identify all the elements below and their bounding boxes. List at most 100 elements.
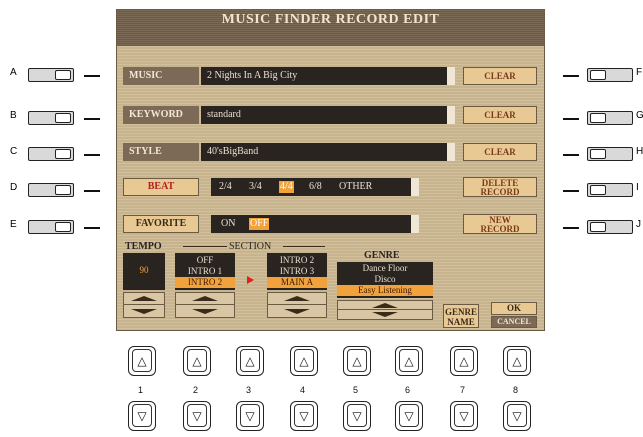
up-button-4[interactable]: △ [290, 346, 318, 376]
up-button-6[interactable]: △ [395, 346, 423, 376]
up-button-1[interactable]: △ [128, 346, 156, 376]
side-button-g[interactable] [587, 111, 633, 125]
down-arrow-icon [192, 308, 218, 314]
section-right-item-1[interactable]: INTRO 3 [267, 266, 327, 277]
favorite-option-on[interactable]: ON [221, 218, 235, 230]
down-button-5[interactable]: ▽ [343, 401, 371, 431]
tempo-value: 90 [139, 265, 149, 275]
genre-item-1[interactable]: Disco [337, 274, 433, 285]
side-button-f[interactable] [587, 68, 633, 82]
keyword-clear-button[interactable]: CLEAR [463, 106, 537, 124]
section-left-list[interactable]: OFF INTRO 1 INTRO 2 [175, 253, 235, 290]
side-button-g-cap [590, 113, 606, 123]
beat-option-4-4[interactable]: 4/4 [279, 181, 294, 193]
side-button-d[interactable] [28, 183, 74, 197]
side-button-h[interactable] [587, 147, 633, 161]
keyword-value[interactable]: standard [201, 106, 447, 124]
section-left-item-1[interactable]: INTRO 1 [175, 266, 235, 277]
up-button-8[interactable]: △ [503, 346, 531, 376]
side-button-j[interactable] [587, 220, 633, 234]
up-button-2[interactable]: △ [183, 346, 211, 376]
cancel-button[interactable]: CANCEL [491, 316, 537, 328]
genre-up-arrow[interactable] [338, 301, 432, 310]
down-button-8[interactable]: ▽ [503, 401, 531, 431]
up-triangle-icon: △ [399, 349, 419, 372]
music-value[interactable]: 2 Nights In A Big City [201, 67, 447, 85]
beat-option-3-4[interactable]: 3/4 [249, 181, 262, 193]
genre-spinner[interactable] [337, 300, 433, 320]
side-connector-a [84, 75, 100, 77]
side-button-a[interactable] [28, 68, 74, 82]
down-triangle-icon: ▽ [187, 404, 207, 427]
side-button-h-cap [590, 149, 606, 159]
style-clear-button[interactable]: CLEAR [463, 143, 537, 161]
up-button-5[interactable]: △ [343, 346, 371, 376]
section-right-item-0[interactable]: INTRO 2 [267, 255, 327, 266]
tempo-spinner[interactable] [123, 292, 165, 318]
music-endcap [447, 67, 455, 85]
favorite-button[interactable]: FAVORITE [123, 215, 199, 233]
genre-item-0[interactable]: Dance Floor [337, 263, 433, 274]
section-left-spinner[interactable] [175, 292, 235, 318]
title-bar: MUSIC FINDER RECORD EDIT [117, 10, 544, 46]
up-arrow-icon [192, 296, 218, 301]
side-button-c[interactable] [28, 147, 74, 161]
up-button-3[interactable]: △ [236, 346, 264, 376]
down-button-1[interactable]: ▽ [128, 401, 156, 431]
tempo-down-arrow[interactable] [124, 305, 164, 317]
section-right-item-2[interactable]: MAIN A [267, 277, 327, 288]
up-triangle-icon: △ [507, 349, 527, 372]
section-left-up-arrow[interactable] [176, 293, 234, 305]
down-button-6[interactable]: ▽ [395, 401, 423, 431]
beat-option-6-8[interactable]: 6/8 [309, 181, 322, 193]
section-left-down-arrow[interactable] [176, 305, 234, 317]
side-button-b[interactable] [28, 111, 74, 125]
side-button-e[interactable] [28, 220, 74, 234]
genre-name-button[interactable]: GENRE NAME [443, 304, 479, 328]
button-number-2: 2 [193, 385, 199, 395]
section-right-list[interactable]: INTRO 2 INTRO 3 MAIN A [267, 253, 327, 290]
down-triangle-icon: ▽ [507, 404, 527, 427]
side-label-e: E [10, 219, 17, 230]
up-triangle-icon: △ [294, 349, 314, 372]
section-right-down-arrow[interactable] [268, 305, 326, 317]
down-triangle-icon: ▽ [454, 404, 474, 427]
genre-list[interactable]: Dance Floor Disco Easy Listening [337, 262, 433, 298]
music-clear-button[interactable]: CLEAR [463, 67, 537, 85]
button-number-6: 6 [405, 385, 411, 395]
genre-item-2[interactable]: Easy Listening [337, 285, 433, 296]
section-left-item-2[interactable]: INTRO 2 [175, 277, 235, 288]
tempo-up-arrow[interactable] [124, 293, 164, 305]
down-button-4[interactable]: ▽ [290, 401, 318, 431]
style-value[interactable]: 40'sBigBand [201, 143, 447, 161]
up-button-7[interactable]: △ [450, 346, 478, 376]
beat-option-other[interactable]: OTHER [339, 181, 372, 193]
style-label: STYLE [123, 143, 199, 161]
side-label-h: H [636, 146, 643, 157]
up-arrow-icon [131, 296, 157, 301]
beat-option-2-4[interactable]: 2/4 [219, 181, 232, 193]
down-button-7[interactable]: ▽ [450, 401, 478, 431]
side-button-b-cap [55, 113, 71, 123]
section-right-spinner[interactable] [267, 292, 327, 318]
new-record-button[interactable]: NEW RECORD [463, 214, 537, 234]
section-label: SECTION [229, 241, 272, 252]
side-button-a-cap [55, 70, 71, 80]
ok-button[interactable]: OK [491, 302, 537, 315]
beat-button[interactable]: BEAT [123, 178, 199, 196]
side-label-d: D [10, 182, 18, 193]
genre-down-arrow[interactable] [338, 310, 432, 319]
favorite-option-off[interactable]: OFF [249, 218, 270, 230]
delete-record-button[interactable]: DELETE RECORD [463, 177, 537, 197]
down-button-2[interactable]: ▽ [183, 401, 211, 431]
up-arrow-icon [372, 302, 398, 308]
favorite-options: ON OFF [211, 215, 411, 233]
delete-record-line2: RECORD [480, 187, 520, 197]
section-left-item-0[interactable]: OFF [175, 255, 235, 266]
favorite-endcap [411, 215, 419, 233]
side-label-f: F [636, 67, 643, 78]
section-right-up-arrow[interactable] [268, 293, 326, 305]
section-arrow-icon [247, 276, 254, 284]
down-button-3[interactable]: ▽ [236, 401, 264, 431]
side-button-i[interactable] [587, 183, 633, 197]
